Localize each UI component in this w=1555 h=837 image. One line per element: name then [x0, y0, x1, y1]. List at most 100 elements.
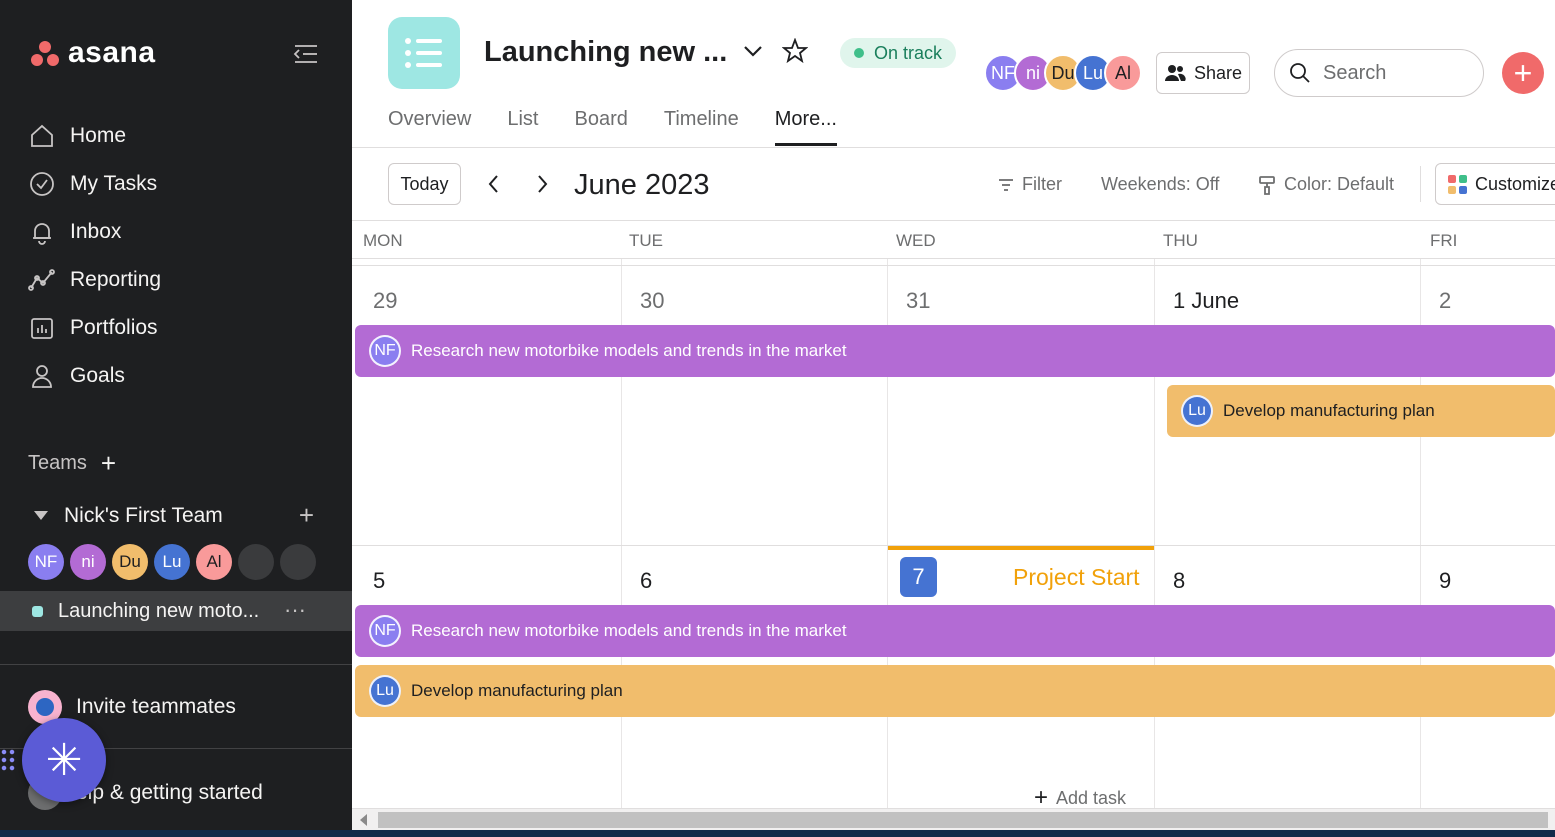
assignee-avatar: NF	[369, 335, 401, 367]
add-task-label: Add task	[1056, 787, 1127, 808]
share-button[interactable]: Share	[1156, 52, 1250, 94]
page-title: Launching new ...	[484, 36, 728, 68]
day-number[interactable]: 8	[1173, 568, 1185, 594]
line-chart-icon	[28, 269, 55, 291]
add-team-icon[interactable]: +	[101, 450, 116, 476]
customize-button[interactable]: Customize	[1435, 163, 1555, 205]
search-input[interactable]: Search	[1274, 49, 1484, 97]
sidebar-item-label: Home	[70, 124, 127, 147]
star-icon[interactable]	[782, 38, 808, 64]
task-title: Develop manufacturing plan	[411, 681, 623, 700]
tab-list[interactable]: List	[507, 108, 538, 146]
drag-handle-icon[interactable]	[0, 748, 16, 772]
milestone-label[interactable]: Project Start	[1013, 564, 1140, 591]
sidebar: asana Home My Tasks Inbox Reporting Port…	[0, 0, 352, 837]
search-icon	[1290, 63, 1310, 83]
status-dot-icon	[854, 48, 864, 58]
color-button[interactable]: Color: Default	[1258, 174, 1394, 195]
weekday-header-row: MON TUE WED THU FRI	[352, 221, 1555, 259]
avatar[interactable]: Al	[1104, 54, 1142, 92]
add-to-team-icon[interactable]: +	[299, 500, 314, 531]
tab-overview[interactable]: Overview	[388, 108, 471, 146]
avatar[interactable]: Al	[196, 544, 232, 580]
day-number[interactable]: 2	[1439, 288, 1451, 314]
avatar[interactable]: Lu	[154, 544, 190, 580]
sidebar-item-my-tasks[interactable]: My Tasks	[28, 160, 161, 208]
sidebar-item-label: Portfolios	[70, 316, 158, 339]
portfolio-icon	[31, 318, 53, 339]
avatar-placeholder[interactable]	[238, 544, 274, 580]
weekends-toggle[interactable]: Weekends: Off	[1101, 174, 1219, 195]
teams-label: Teams	[28, 451, 87, 474]
sidebar-item-inbox[interactable]: Inbox	[28, 208, 161, 256]
asana-logo[interactable]: asana	[30, 36, 156, 70]
collapse-sidebar-icon[interactable]	[292, 40, 320, 68]
project-name: Launching new moto...	[58, 599, 260, 622]
plus-icon: +	[1513, 55, 1533, 91]
day-number[interactable]: 6	[640, 568, 652, 594]
day-number[interactable]: 29	[373, 288, 397, 314]
logo-text: asana	[68, 36, 156, 69]
month-label: June 2023	[574, 169, 710, 201]
sidebar-item-home[interactable]: Home	[28, 112, 161, 160]
weekday-label: TUE	[629, 231, 663, 250]
task-title: Research new motorbike models and trends…	[411, 621, 847, 640]
caret-down-icon[interactable]	[34, 511, 48, 520]
share-label: Share	[1193, 62, 1243, 83]
toolbar-divider	[1420, 166, 1421, 202]
avatar[interactable]: Du	[112, 544, 148, 580]
paint-roller-icon	[1259, 175, 1275, 195]
task-bar[interactable]: NF Research new motorbike models and tre…	[355, 605, 1555, 657]
project-list-icon[interactable]	[388, 17, 460, 89]
today-badge[interactable]: 7	[900, 557, 937, 597]
asana-logo-icon	[30, 39, 60, 67]
sidebar-item-reporting[interactable]: Reporting	[28, 256, 161, 304]
horizontal-scrollbar[interactable]	[352, 808, 1555, 830]
home-icon	[31, 124, 53, 147]
filter-button[interactable]: Filter	[998, 174, 1062, 195]
day-number[interactable]: 31	[906, 288, 930, 314]
tab-more[interactable]: More...	[774, 108, 837, 146]
customize-grid-icon	[1448, 174, 1467, 194]
chevron-right-icon[interactable]	[530, 172, 554, 196]
avatar-placeholder[interactable]	[280, 544, 316, 580]
project-color-dot	[32, 605, 43, 617]
task-bar[interactable]: NF Research new motorbike models and tre…	[355, 325, 1555, 377]
create-button[interactable]: +	[1502, 52, 1544, 94]
assignee-avatar: Lu	[369, 675, 401, 707]
sidebar-item-label: My Tasks	[70, 172, 158, 195]
avatar[interactable]: NF	[28, 544, 64, 580]
goals-icon	[32, 365, 52, 388]
add-task-button[interactable]: + Add task	[1034, 786, 1126, 810]
calendar-grid: MON TUE WED THU FRI 29 30 31 1 June 2 NF…	[352, 220, 1555, 808]
status-badge[interactable]: On track	[840, 38, 957, 68]
scroll-thumb[interactable]	[378, 812, 1548, 828]
header-divider	[352, 147, 1555, 148]
day-number[interactable]: 9	[1439, 568, 1451, 594]
day-number[interactable]: 1 June	[1173, 288, 1239, 314]
more-options-icon[interactable]: ···	[284, 597, 306, 623]
team-item[interactable]: Nick's First Team +	[34, 500, 314, 531]
sidebar-item-goals[interactable]: Goals	[28, 352, 161, 400]
chevron-down-icon[interactable]	[740, 38, 766, 64]
sidebar-item-portfolios[interactable]: Portfolios	[28, 304, 161, 352]
search-placeholder: Search	[1323, 61, 1387, 84]
tab-board[interactable]: Board	[574, 108, 627, 146]
customize-label: Customize	[1475, 173, 1555, 194]
sidebar-project-item[interactable]: Launching new moto... ···	[0, 591, 352, 631]
task-bar[interactable]: Lu Develop manufacturing plan	[355, 665, 1555, 717]
assistant-fab-button[interactable]: ✳	[22, 718, 106, 802]
task-bar[interactable]: Lu Develop manufacturing plan	[1167, 385, 1555, 437]
tab-timeline[interactable]: Timeline	[664, 108, 739, 146]
day-number[interactable]: 5	[373, 568, 385, 594]
team-name: Nick's First Team	[64, 503, 223, 527]
today-button[interactable]: Today	[388, 163, 461, 205]
chevron-left-icon[interactable]	[482, 172, 506, 196]
main-area: Launching new ... On track NF ni Du Lu A…	[352, 0, 1555, 837]
avatar[interactable]: ni	[70, 544, 106, 580]
day-number[interactable]: 30	[640, 288, 664, 314]
invite-label: Invite teammates	[76, 695, 236, 718]
scroll-left-icon[interactable]	[360, 814, 367, 826]
help-label: elp & getting started	[76, 781, 263, 804]
project-members[interactable]: NF ni Du Lu Al	[984, 54, 1142, 92]
